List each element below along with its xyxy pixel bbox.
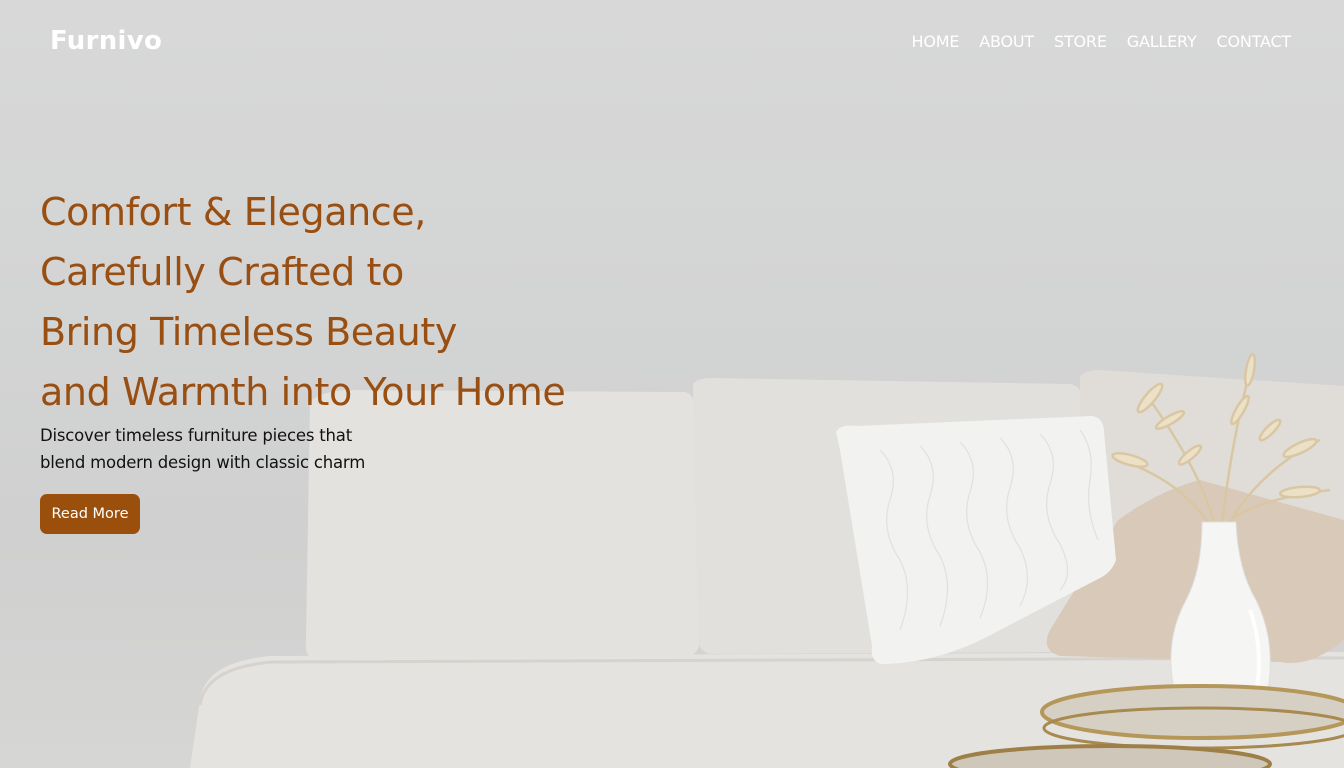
nav-link-about[interactable]: ABOUT — [979, 32, 1034, 51]
main-nav: HOME ABOUT STORE GALLERY CONTACT — [912, 32, 1292, 51]
nav-link-contact[interactable]: CONTACT — [1217, 32, 1292, 51]
read-more-button[interactable]: Read More — [40, 494, 140, 534]
hero-headline: Comfort & Elegance, Carefully Crafted to… — [40, 182, 566, 422]
hero-subtext-line: Discover timeless furniture pieces that — [40, 426, 352, 445]
hero-headline-line: Bring Timeless Beauty — [40, 310, 457, 354]
hero-subtext-line: blend modern design with classic charm — [40, 453, 366, 472]
hero-headline-line: Carefully Crafted to — [40, 250, 404, 294]
brand-logo[interactable]: Furnivo — [50, 26, 162, 56]
hero-section: Furnivo HOME ABOUT STORE GALLERY CONTACT… — [0, 0, 1344, 768]
nav-link-home[interactable]: HOME — [912, 32, 960, 51]
hero-subtext: Discover timeless furniture pieces that … — [40, 422, 365, 476]
hero-headline-line: and Warmth into Your Home — [40, 370, 566, 414]
side-table-lower — [948, 744, 1272, 768]
hero-headline-line: Comfort & Elegance, — [40, 190, 426, 234]
nav-link-gallery[interactable]: GALLERY — [1127, 32, 1197, 51]
nav-link-store[interactable]: STORE — [1054, 32, 1107, 51]
